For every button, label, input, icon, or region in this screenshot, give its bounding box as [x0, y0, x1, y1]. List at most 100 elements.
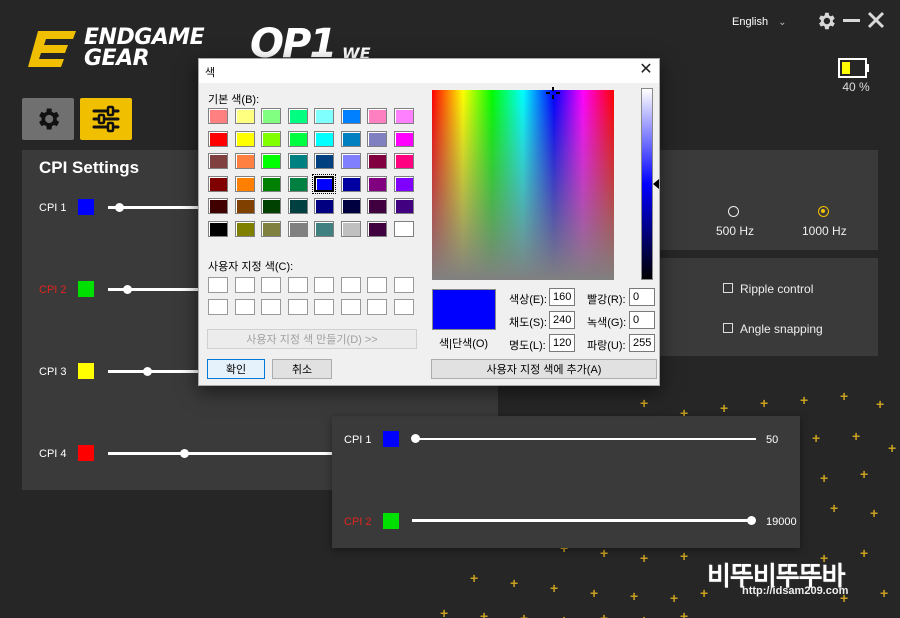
minimize-icon[interactable] [843, 19, 860, 22]
basic-color-swatch[interactable] [287, 175, 308, 192]
adjustments-tab-button[interactable] [80, 98, 132, 140]
basic-color-swatch[interactable] [287, 130, 308, 147]
basic-color-swatch[interactable] [367, 108, 387, 124]
blue-input[interactable]: 255 [629, 334, 655, 352]
custom-color-swatch[interactable] [393, 299, 414, 315]
basic-color-swatch[interactable] [234, 220, 255, 237]
basic-color-swatch[interactable] [208, 130, 228, 147]
basic-color-swatch[interactable] [367, 220, 387, 237]
basic-color-swatch[interactable] [314, 220, 334, 237]
cpi-4-slider-handle[interactable] [180, 449, 189, 458]
language-select[interactable]: English ⌄ [728, 10, 796, 34]
custom-color-swatch[interactable] [208, 299, 228, 315]
cpi-1-color-swatch[interactable] [78, 199, 94, 215]
luminosity-input[interactable]: 120 [549, 334, 575, 352]
basic-color-swatch[interactable] [287, 153, 308, 169]
custom-color-swatch[interactable] [340, 299, 361, 315]
hue-input[interactable]: 160 [549, 288, 575, 306]
basic-color-swatch[interactable] [234, 175, 255, 192]
custom-color-swatch[interactable] [314, 299, 334, 315]
basic-color-swatch[interactable] [340, 108, 361, 124]
basic-color-swatch[interactable] [208, 175, 228, 192]
cpi-4-color-swatch[interactable] [78, 445, 94, 461]
cpi-3-slider-handle[interactable] [143, 367, 152, 376]
luminosity-arrow-icon[interactable] [653, 179, 659, 189]
basic-color-swatch[interactable] [261, 108, 281, 124]
basic-color-swatch[interactable] [367, 153, 387, 169]
basic-color-swatch[interactable] [312, 173, 336, 194]
basic-color-swatch[interactable] [393, 175, 414, 192]
cpi-3-color-swatch[interactable] [78, 363, 94, 379]
basic-color-swatch[interactable] [393, 220, 414, 237]
basic-color-swatch[interactable] [234, 198, 255, 214]
cpi-2-slider-handle[interactable] [123, 285, 132, 294]
basic-color-swatch[interactable] [340, 198, 361, 214]
dialog-close-icon[interactable]: ✕ [637, 62, 655, 80]
custom-color-swatch[interactable] [287, 277, 308, 293]
basic-color-swatch[interactable] [340, 130, 361, 147]
add-to-custom-colors-button[interactable]: 사용자 지정 색에 추가(A) [431, 359, 657, 379]
basic-color-swatch[interactable] [393, 153, 414, 169]
basic-color-swatch[interactable] [367, 198, 387, 214]
ok-button[interactable]: 확인 [207, 359, 265, 379]
custom-color-swatch[interactable] [234, 299, 255, 315]
custom-color-swatch[interactable] [340, 277, 361, 293]
custom-color-swatch[interactable] [367, 299, 387, 315]
cpi-2-color-swatch[interactable] [78, 281, 94, 297]
basic-color-swatch[interactable] [314, 153, 334, 169]
basic-color-swatch[interactable] [234, 130, 255, 147]
red-input[interactable]: 0 [629, 288, 655, 306]
basic-color-swatch[interactable] [340, 220, 361, 237]
basic-color-swatch[interactable] [287, 108, 308, 124]
settings-tab-button[interactable] [22, 98, 74, 140]
basic-color-swatch[interactable] [208, 108, 228, 124]
basic-color-swatch[interactable] [340, 175, 361, 192]
close-icon[interactable] [866, 10, 886, 30]
gear-icon[interactable] [815, 10, 837, 32]
green-input[interactable]: 0 [629, 311, 655, 329]
luminosity-bar[interactable] [641, 88, 653, 280]
custom-color-swatch[interactable] [287, 299, 308, 315]
custom-color-swatch[interactable] [261, 299, 281, 315]
color-spectrum[interactable] [432, 90, 614, 280]
cpi-4-slider-track[interactable] [108, 452, 334, 455]
basic-color-swatch[interactable] [393, 108, 414, 124]
basic-color-swatch[interactable] [234, 108, 255, 124]
basic-color-swatch[interactable] [314, 108, 334, 124]
basic-color-swatch[interactable] [261, 220, 281, 237]
basic-color-swatch[interactable] [208, 153, 228, 169]
basic-color-swatch[interactable] [393, 130, 414, 147]
custom-color-swatch[interactable] [208, 277, 228, 293]
angle-snapping-checkbox[interactable] [723, 323, 733, 333]
cancel-button[interactable]: 취소 [272, 359, 332, 379]
cpi-1-slider-handle[interactable] [115, 203, 124, 212]
custom-color-swatch[interactable] [261, 277, 281, 293]
basic-color-swatch[interactable] [287, 220, 308, 237]
zoom-cpi-2-color-swatch[interactable] [383, 513, 399, 529]
zoom-cpi-2-slider-track[interactable] [412, 519, 752, 522]
custom-color-swatch[interactable] [234, 277, 255, 293]
basic-color-swatch[interactable] [234, 153, 255, 169]
ripple-control-checkbox[interactable] [723, 283, 733, 293]
basic-color-swatch[interactable] [314, 130, 334, 147]
basic-color-swatch[interactable] [340, 153, 361, 169]
basic-color-swatch[interactable] [314, 198, 334, 214]
basic-color-swatch[interactable] [261, 130, 281, 147]
basic-color-swatch[interactable] [287, 198, 308, 214]
define-custom-colors-button[interactable]: 사용자 지정 색 만들기(D) >> [207, 329, 417, 349]
polling-500-radio[interactable] [728, 206, 739, 217]
basic-color-swatch[interactable] [261, 175, 281, 192]
zoom-cpi-1-slider-track[interactable] [414, 438, 756, 440]
zoom-cpi-1-color-swatch[interactable] [383, 431, 399, 447]
zoom-cpi-1-slider-handle[interactable] [411, 434, 420, 443]
cpi-3-slider-track[interactable] [108, 370, 198, 373]
zoom-cpi-2-slider-handle[interactable] [747, 516, 756, 525]
basic-color-swatch[interactable] [208, 220, 228, 237]
basic-color-swatch[interactable] [393, 198, 414, 214]
basic-color-swatch[interactable] [261, 198, 281, 214]
custom-color-swatch[interactable] [393, 277, 414, 293]
basic-color-swatch[interactable] [367, 130, 387, 147]
basic-color-swatch[interactable] [261, 153, 281, 169]
basic-color-swatch[interactable] [367, 175, 387, 192]
custom-color-swatch[interactable] [367, 277, 387, 293]
